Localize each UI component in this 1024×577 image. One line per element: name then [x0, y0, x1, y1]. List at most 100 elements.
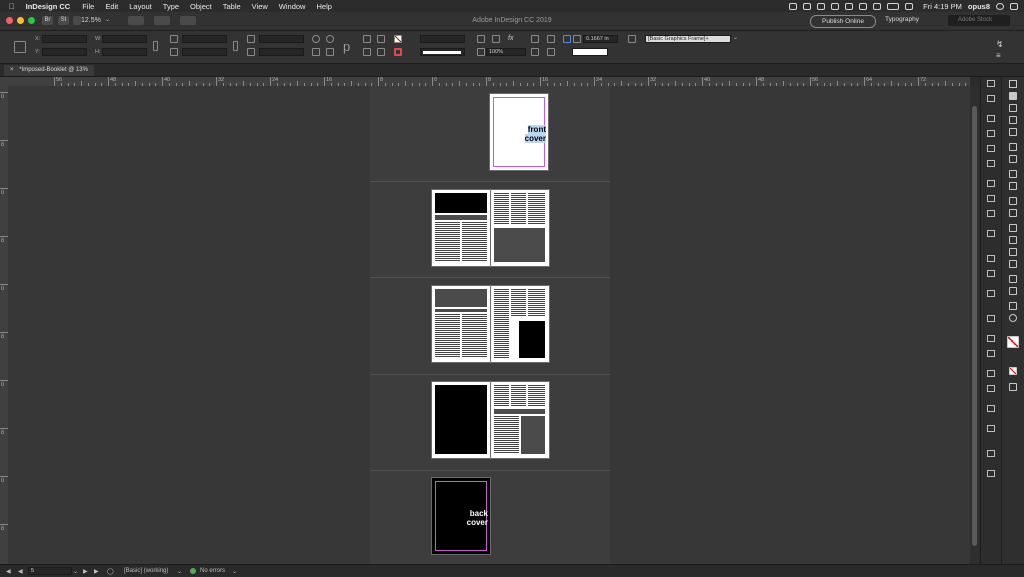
- flag-icon[interactable]: [905, 2, 914, 10]
- rotate-ccw-icon[interactable]: [326, 35, 334, 43]
- text-frame[interactable]: [494, 416, 519, 454]
- document-tab[interactable]: × *Imposed-Booklet @ 13%: [4, 65, 94, 76]
- workspace-switcher[interactable]: Typography: [885, 16, 919, 23]
- auto-fit-icon[interactable]: [563, 35, 571, 43]
- text-frame[interactable]: [511, 385, 526, 407]
- menu-file[interactable]: File: [82, 2, 94, 11]
- object-style-dropdown[interactable]: [Basic Graphics Frame]+: [645, 35, 731, 43]
- image-frame[interactable]: [435, 289, 487, 307]
- layers-panel-icon[interactable]: [987, 95, 995, 102]
- open-page-icon[interactable]: ◯: [107, 568, 114, 575]
- rotation-field[interactable]: [259, 35, 304, 43]
- rotate-icon[interactable]: [247, 35, 255, 43]
- frame-fitting-icon[interactable]: [547, 48, 555, 56]
- cloud-icon[interactable]: [817, 2, 826, 10]
- width-field[interactable]: [102, 35, 147, 43]
- type-tool-icon[interactable]: [1009, 143, 1017, 151]
- text-frame[interactable]: [494, 289, 509, 358]
- hyperlinks-panel-icon[interactable]: [987, 425, 995, 432]
- select-next-icon[interactable]: [377, 48, 385, 56]
- hand-tool-icon[interactable]: [1009, 302, 1017, 310]
- battery-icon[interactable]: [887, 2, 900, 10]
- spread-3-left-page[interactable]: [432, 286, 490, 362]
- image-frame[interactable]: [494, 409, 545, 414]
- menu-layout[interactable]: Layout: [129, 2, 152, 11]
- spread-2-right-page[interactable]: [491, 190, 549, 266]
- free-transform-tool-icon[interactable]: [1009, 236, 1017, 244]
- swatches-panel-icon[interactable]: [987, 315, 995, 322]
- page-number-chevron-icon[interactable]: ⌄: [73, 568, 78, 575]
- pen-tool-icon[interactable]: [1009, 170, 1017, 178]
- fill-dropdown[interactable]: [420, 35, 465, 43]
- note-tool-icon[interactable]: [1009, 275, 1017, 283]
- menu-table[interactable]: Table: [223, 2, 241, 11]
- image-frame[interactable]: [435, 385, 487, 454]
- effects-icon[interactable]: fx: [508, 35, 513, 42]
- align-bottom-icon[interactable]: [531, 48, 539, 56]
- story-panel-icon[interactable]: [987, 270, 995, 277]
- front-cover-text[interactable]: front cover: [510, 125, 546, 143]
- opacity-field-icon[interactable]: [477, 48, 485, 56]
- pencil-tool-icon[interactable]: [1009, 182, 1017, 190]
- menu-edit[interactable]: Edit: [105, 2, 118, 11]
- menu-object[interactable]: Object: [190, 2, 212, 11]
- text-frame[interactable]: [462, 314, 487, 358]
- text-frame[interactable]: [494, 385, 509, 407]
- page-tool-icon[interactable]: [1009, 104, 1017, 112]
- menubar-user[interactable]: opus8: [968, 2, 990, 11]
- paragraph-styles-icon[interactable]: [987, 145, 995, 152]
- stroke-preview-field[interactable]: [572, 48, 608, 56]
- image-frame[interactable]: [494, 228, 545, 262]
- shear-field[interactable]: [259, 48, 304, 56]
- shear-icon[interactable]: [247, 48, 255, 56]
- close-tab-icon[interactable]: ×: [10, 67, 14, 73]
- gap-tool-icon[interactable]: [1009, 116, 1017, 124]
- menubar-clock[interactable]: Fri 4:19 PM: [923, 2, 962, 11]
- effects-panel-icon[interactable]: [987, 405, 995, 412]
- rectangle-tool-icon[interactable]: [1009, 209, 1017, 217]
- scale-x-field[interactable]: [182, 35, 227, 43]
- fill-swatch-icon[interactable]: [394, 35, 402, 43]
- apply-none-icon[interactable]: [1009, 367, 1017, 375]
- select-content-icon[interactable]: [363, 48, 371, 56]
- preflight-errors[interactable]: No errors: [200, 568, 225, 574]
- content-collector-tool-icon[interactable]: [1009, 128, 1017, 136]
- constrain-scale-icon[interactable]: [233, 41, 238, 51]
- image-frame[interactable]: [435, 193, 487, 213]
- time-machine-icon[interactable]: [831, 2, 840, 10]
- text-frame[interactable]: [528, 193, 545, 225]
- menu-view[interactable]: View: [252, 2, 268, 11]
- menu-window[interactable]: Window: [279, 2, 306, 11]
- publish-online-button[interactable]: Publish Online: [810, 15, 876, 28]
- zoom-tool-icon[interactable]: [1009, 314, 1017, 322]
- gradient-feather-tool-icon[interactable]: [1009, 260, 1017, 268]
- text-frame[interactable]: [528, 289, 545, 317]
- scale-y-icon[interactable]: [170, 48, 178, 56]
- text-wrap-icon[interactable]: [547, 35, 555, 43]
- rectangle-frame-tool-icon[interactable]: [1009, 197, 1017, 205]
- corner-options-icon[interactable]: [573, 35, 581, 43]
- previous-page-icon[interactable]: ◀: [18, 568, 23, 575]
- back-cover-text[interactable]: back cover: [448, 509, 488, 527]
- text-frame[interactable]: [435, 314, 460, 358]
- table-styles-icon[interactable]: [987, 195, 995, 202]
- cell-styles-icon[interactable]: [987, 210, 995, 217]
- scale-x-icon[interactable]: [170, 35, 178, 43]
- text-frame[interactable]: [462, 222, 487, 262]
- image-frame[interactable]: [435, 309, 487, 312]
- scissors-tool-icon[interactable]: [1009, 224, 1017, 232]
- scale-y-field[interactable]: [182, 48, 227, 56]
- spotlight-icon[interactable]: [996, 2, 1004, 10]
- glyphs-panel-icon[interactable]: [987, 255, 995, 262]
- preflight-chevron-icon[interactable]: ⌄: [232, 568, 237, 575]
- line-tool-icon[interactable]: [1009, 155, 1017, 163]
- image-frame[interactable]: [521, 416, 545, 454]
- selection-tool-icon[interactable]: [1009, 80, 1017, 88]
- character-panel-icon[interactable]: [987, 130, 995, 137]
- next-page-icon[interactable]: ▶: [83, 568, 88, 575]
- quick-apply-icon[interactable]: ↯: [996, 39, 1004, 50]
- page-number-field[interactable]: 5: [28, 567, 72, 575]
- text-wrap-panel-icon[interactable]: [987, 230, 995, 237]
- back-cover-page[interactable]: back cover: [432, 478, 490, 554]
- links-panel-icon[interactable]: [987, 290, 995, 297]
